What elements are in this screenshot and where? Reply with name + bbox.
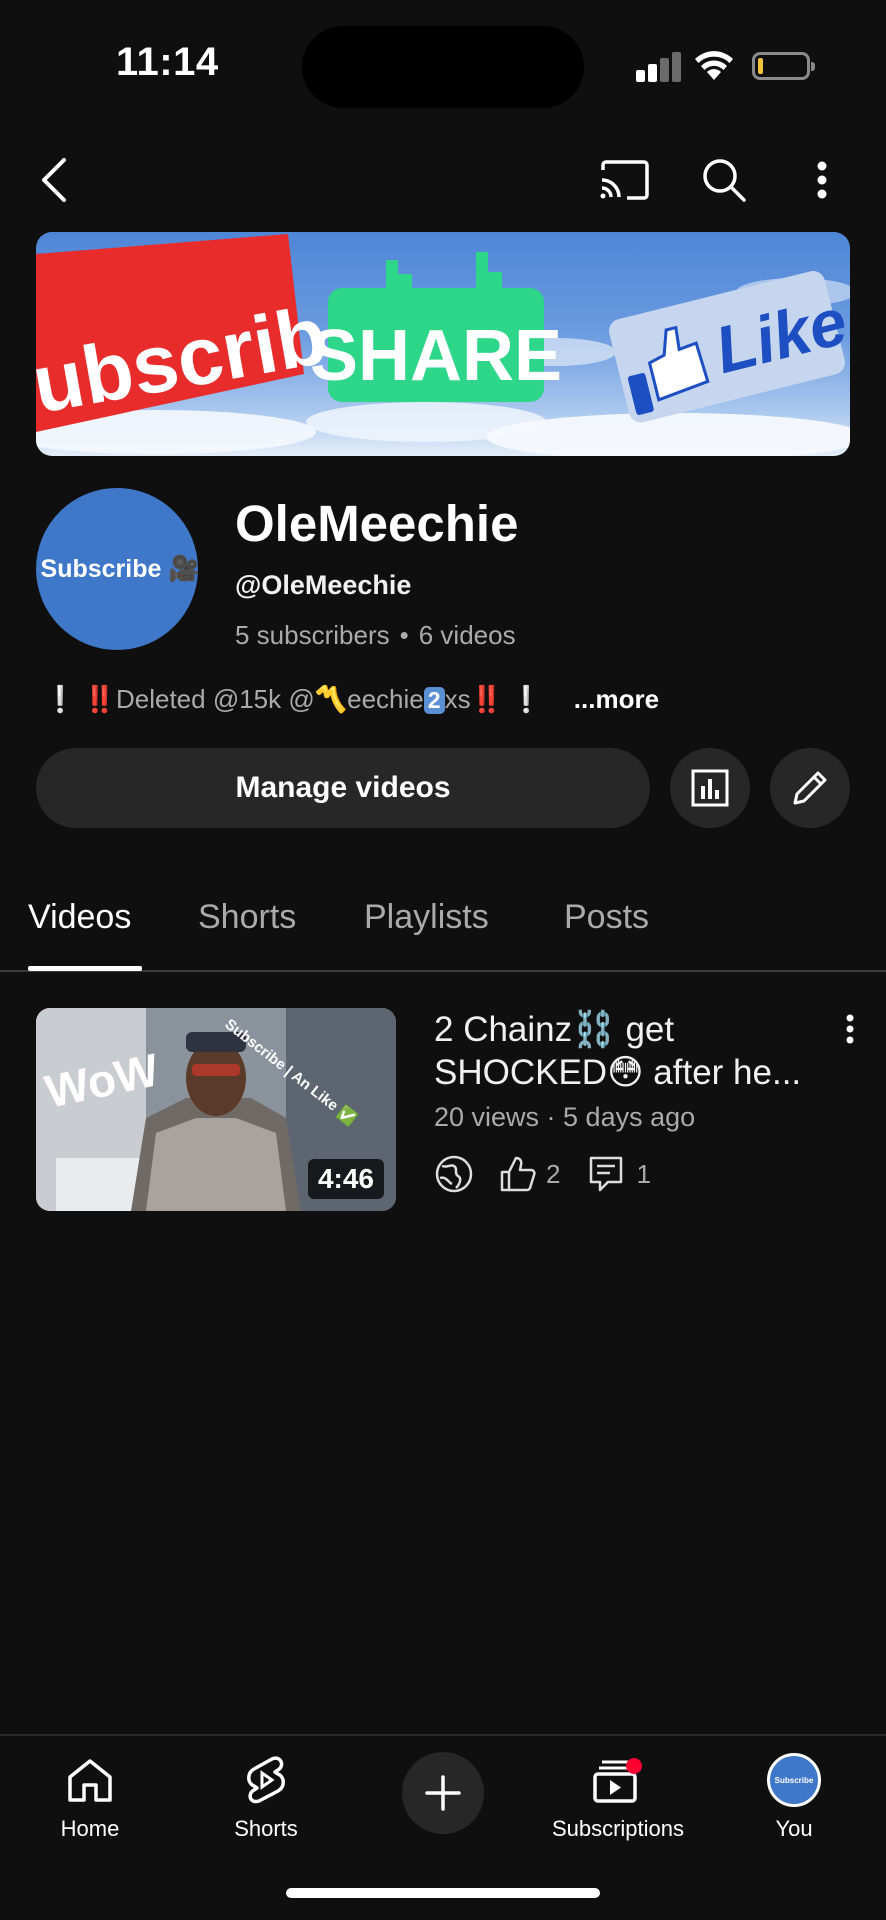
bio-text-2: eechie xyxy=(347,684,424,714)
nav-you-label: You xyxy=(775,1816,813,1841)
more-vertical-icon xyxy=(817,161,827,199)
active-tab-indicator xyxy=(28,966,142,971)
video-thumbnail[interactable]: WoW Subscribe | An Like ✅ 4:46 xyxy=(36,1008,396,1211)
channel-tabs: Videos Shorts Playlists Posts xyxy=(0,884,886,972)
tab-playlists[interactable]: Playlists xyxy=(364,898,489,937)
comment-icon xyxy=(590,1156,623,1192)
plus-icon xyxy=(425,1775,461,1811)
subscriptions-icon xyxy=(593,1758,642,1803)
cast-button[interactable] xyxy=(588,144,660,216)
description-more-link[interactable]: ...more xyxy=(574,684,659,714)
video-count: 6 videos xyxy=(418,620,516,650)
channel-description[interactable]: ❕ ‼️Deleted @15k @〽️eechie 2 xs‼️ ❕ ...mor… xyxy=(44,684,659,715)
avatar-text: Subscribe 🎥 xyxy=(40,554,198,583)
status-time: 11:14 xyxy=(116,40,219,84)
nav-shorts[interactable]: Shorts xyxy=(178,1750,354,1860)
manage-videos-button[interactable]: Manage videos xyxy=(36,748,650,828)
bio-crown: 〽️ xyxy=(314,684,348,714)
back-button[interactable] xyxy=(18,144,90,216)
stats-separator: • xyxy=(399,620,409,650)
channel-stats: 5 subscribers • 6 videos xyxy=(235,620,516,651)
tab-posts[interactable]: Posts xyxy=(564,898,649,937)
analytics-button[interactable] xyxy=(670,748,750,828)
subscriber-count: 5 subscribers xyxy=(235,620,390,650)
bio-exclamation-1: ❕ xyxy=(44,684,77,714)
like-count: 2 xyxy=(546,1158,561,1189)
pencil-icon xyxy=(793,771,827,805)
channel-avatar[interactable]: Subscribe 🎥 xyxy=(36,488,198,650)
bio-text-1: Deleted @15k @ xyxy=(115,684,315,714)
edit-channel-button[interactable] xyxy=(770,748,850,828)
video-more-button[interactable] xyxy=(832,1014,868,1054)
like-icon xyxy=(500,1156,536,1192)
video-duration: 4:46 xyxy=(307,1159,384,1199)
signal-icon xyxy=(636,52,682,82)
bio-exclamation-3: ‼️ xyxy=(470,684,503,714)
bio-keycap: 2 xyxy=(423,687,445,714)
video-meta: 20 views · 5 days ago xyxy=(434,1102,696,1132)
video-stats: 2 1 xyxy=(434,1152,651,1196)
globe-icon xyxy=(435,1155,473,1193)
status-bar: 11:14 xyxy=(0,0,886,130)
home-indicator xyxy=(286,1888,600,1898)
nav-subscriptions[interactable]: Subscriptions xyxy=(530,1750,706,1860)
channel-name: OleMeechie xyxy=(235,495,519,552)
nav-home[interactable]: Home xyxy=(2,1750,178,1860)
more-options-button[interactable] xyxy=(786,144,858,216)
more-vertical-icon xyxy=(846,1014,854,1044)
nav-subscriptions-label: Subscriptions xyxy=(551,1816,685,1841)
nav-home-label: Home xyxy=(60,1816,120,1841)
create-button[interactable] xyxy=(402,1752,484,1834)
nav-you[interactable]: Subscribe You xyxy=(706,1750,882,1860)
tab-shorts[interactable]: Shorts xyxy=(198,898,296,937)
banner-art: ubscribe SHARE Like xyxy=(36,234,850,456)
channel-banner: ubscribe SHARE Like xyxy=(36,232,850,456)
search-icon xyxy=(703,159,746,202)
back-arrow-icon xyxy=(42,158,66,202)
battery-icon xyxy=(752,52,815,80)
top-nav xyxy=(0,140,886,224)
dynamic-island xyxy=(302,26,584,108)
cast-icon xyxy=(600,160,649,200)
shorts-icon xyxy=(247,1756,285,1804)
home-icon xyxy=(68,1759,112,1802)
bio-exclamation-4: ❕ xyxy=(510,684,543,714)
bio-text-3: xs xyxy=(444,684,471,714)
video-title[interactable]: 2 Chainz⛓️ get SHOCKED😳 after he... xyxy=(434,1008,834,1094)
nav-shorts-label: Shorts xyxy=(234,1816,298,1841)
you-avatar: Subscribe xyxy=(767,1753,821,1807)
bio-exclamation-2: ‼️ xyxy=(83,684,116,714)
analytics-icon xyxy=(691,769,729,807)
video-list-item[interactable]: WoW Subscribe | An Like ✅ 4:46 2 Chainz⛓… xyxy=(0,1008,886,1214)
you-avatar-text: Subscribe xyxy=(774,1775,814,1785)
channel-handle: @OleMeechie xyxy=(235,570,412,600)
banner-share-text: SHARE xyxy=(310,316,562,396)
search-button[interactable] xyxy=(688,144,760,216)
wifi-icon xyxy=(695,51,733,80)
tab-videos[interactable]: Videos xyxy=(28,898,131,937)
comment-count: 1 xyxy=(636,1158,651,1189)
